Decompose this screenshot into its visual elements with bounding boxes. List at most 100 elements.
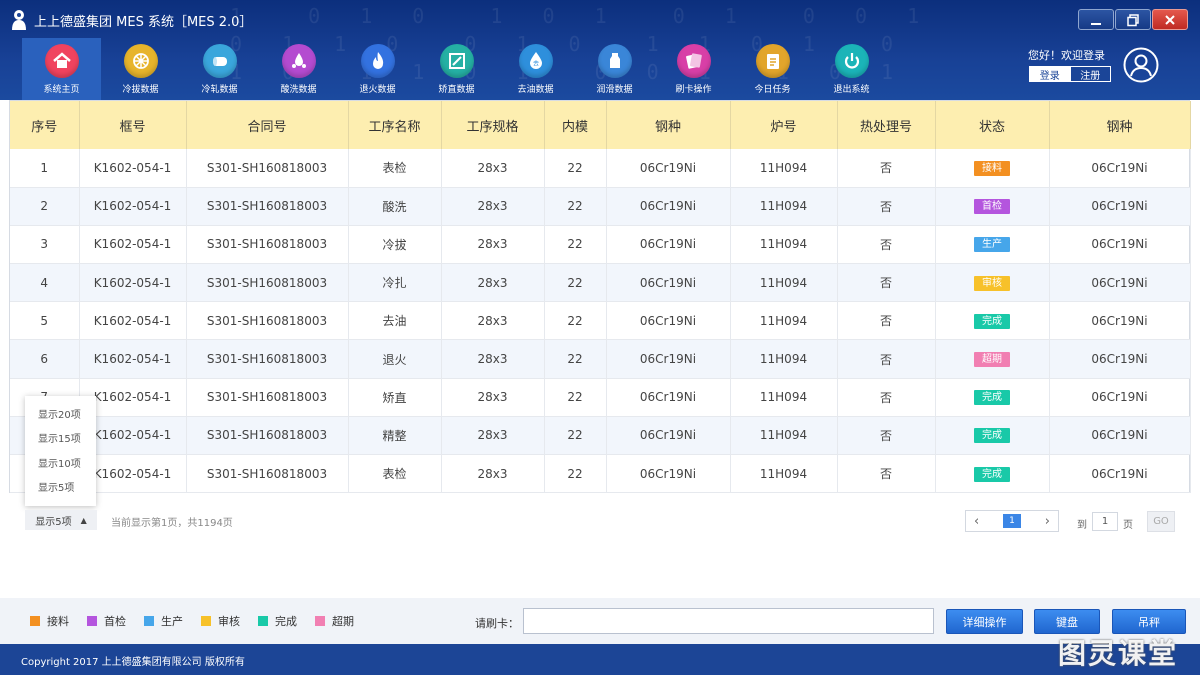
restore-button[interactable]: [1115, 9, 1151, 30]
nav-item-power[interactable]: 退出系统: [812, 38, 891, 100]
table-row[interactable]: 5 K1602-054-1 S301-SH160818003 去油 28x3 22 06Cr…: [10, 301, 1191, 341]
pagination: ‹ 1 ›: [965, 510, 1059, 532]
legend-label: 接料: [47, 615, 69, 628]
cell-spec: 28x3: [441, 263, 545, 303]
table-row[interactable]: 7K1602-054-1S301-SH160818003矫直28x32206Cr…: [10, 378, 1191, 417]
process-table: 序号 框号 合同号 工序名称 工序规格 内模 钢种 炉号 热处理号 状态 钢种 1 K1602-054…: [10, 101, 1191, 494]
page-size-option[interactable]: 显示5项: [25, 477, 96, 501]
cell-steel2: 06Cr19Ni: [1049, 263, 1191, 303]
column-header: 合同号: [186, 101, 349, 149]
status-badge: 生产: [974, 237, 1010, 253]
cell-process: 精整: [348, 416, 442, 456]
table-row[interactable]: 8K1602-054-1S301-SH160818003精整28x32206Cr…: [10, 416, 1191, 456]
cell-contract: S301-SH160818003: [186, 225, 349, 265]
nav-item-cards[interactable]: 刷卡操作: [654, 38, 733, 100]
table-row[interactable]: 6 K1602-054-1 S301-SH160818003 退火 28x3 22 06Cr…: [10, 339, 1191, 379]
cell-steel: 06Cr19Ni: [606, 301, 731, 341]
cell-process: 表检: [348, 149, 442, 188]
nav-item-oil-drop[interactable]: 去去油数据: [496, 38, 575, 100]
nav-item-droplets[interactable]: 酸洗数据: [259, 38, 338, 100]
cell-steel2: 06Cr19Ni: [1049, 149, 1191, 188]
cell-no: 5: [10, 301, 80, 341]
restore-icon: [1127, 13, 1139, 26]
table-row[interactable]: 4 K1602-054-1 S301-SH160818003 冷扎 28x3 22 06Cr…: [10, 263, 1191, 303]
page-size-option[interactable]: 显示10项: [25, 453, 96, 477]
nav-item-clipboard[interactable]: 今日任务: [733, 38, 812, 100]
cell-no: 3: [10, 225, 80, 265]
status-badge: 首检: [974, 199, 1010, 215]
page-size-option[interactable]: 显示20项: [25, 404, 96, 428]
cell-treat: 否: [837, 454, 936, 494]
table-row[interactable]: 1 K1602-054-1 S301-SH160818003 表检 28x3 22 06Cr…: [10, 149, 1191, 188]
close-button[interactable]: [1152, 9, 1188, 30]
cell-steel: 06Cr19Ni: [606, 339, 731, 379]
status-cell: 完成: [935, 454, 1050, 494]
cell-heat: 11H094: [730, 339, 838, 379]
column-header: 状态: [935, 101, 1050, 149]
minimize-button[interactable]: [1078, 9, 1114, 30]
nav-item-bottle[interactable]: 润滑数据: [575, 38, 654, 100]
nav-item-roller[interactable]: 冷轧数据: [180, 38, 259, 100]
cards-icon: [676, 44, 711, 78]
legend-item: 首检: [87, 613, 126, 629]
go-button[interactable]: GO: [1147, 511, 1175, 532]
nav-item-label: 冷拔数据: [122, 85, 159, 95]
snowflake-icon: [123, 44, 158, 78]
page-size-option[interactable]: 显示15项: [25, 428, 96, 452]
table-row[interactable]: 3 K1602-054-1 S301-SH160818003 冷拔 28x3 22 06Cr…: [10, 225, 1191, 265]
status-cell: 生产: [935, 225, 1050, 265]
cell-heat: 11H094: [730, 225, 838, 265]
nav-item-label: 润滑数据: [596, 85, 633, 95]
nav-item-edit[interactable]: 矫直数据: [417, 38, 496, 100]
cell-contract: S301-SH160818003: [186, 378, 349, 417]
register-button[interactable]: 注册: [1069, 67, 1110, 82]
nav-item-flame[interactable]: 退火数据: [338, 38, 417, 100]
card-swipe-input[interactable]: [523, 608, 934, 634]
goto-page-input[interactable]: 1: [1092, 512, 1118, 531]
cell-heat: 11H094: [730, 416, 838, 456]
page-size-select[interactable]: 显示5项 ▲: [25, 510, 97, 530]
cell-spec: 28x3: [441, 149, 545, 188]
table-body: 1 K1602-054-1 S301-SH160818003 表检 28x3 22 06Cr…: [10, 149, 1191, 494]
cell-mold: 22: [544, 225, 607, 265]
cell-steel2: 06Cr19Ni: [1049, 225, 1191, 265]
current-page-number[interactable]: 1: [1003, 514, 1021, 528]
table-row[interactable]: 2 K1602-054-1 S301-SH160818003 酸洗 28x3 22 06Cr…: [10, 187, 1191, 226]
prev-page-icon[interactable]: ‹: [974, 514, 979, 529]
nav-item-home[interactable]: 系统主页: [22, 38, 101, 100]
cell-process: 矫直: [348, 378, 442, 417]
bottom-toolbar: 接料 首检 生产 审核 完成 超期 请刷卡： 详细操作 键盘 吊秤: [0, 598, 1200, 644]
cell-steel: 06Cr19Ni: [606, 378, 731, 417]
status-legend: 接料 首检 生产 审核 完成 超期: [30, 613, 372, 629]
app-title: 上上德盛集团 MES 系统［MES 2.0］: [34, 15, 253, 30]
cell-frame: K1602-054-1: [79, 339, 187, 379]
cell-spec: 28x3: [441, 301, 545, 341]
cell-no: 6: [10, 339, 80, 379]
keyboard-button[interactable]: 键盘: [1034, 609, 1100, 634]
cell-no: 1: [10, 149, 80, 188]
cell-spec: 28x3: [441, 454, 545, 494]
cell-mold: 22: [544, 454, 607, 494]
legend-item: 接料: [30, 613, 69, 629]
cell-contract: S301-SH160818003: [186, 454, 349, 494]
status-cell: 完成: [935, 301, 1050, 341]
user-icon[interactable]: [1123, 47, 1159, 83]
detail-operation-button[interactable]: 详细操作: [946, 609, 1023, 634]
cell-spec: 28x3: [441, 339, 545, 379]
cell-steel2: 06Cr19Ni: [1049, 454, 1191, 494]
login-button[interactable]: 登录: [1030, 67, 1070, 82]
cell-heat: 11H094: [730, 301, 838, 341]
cell-process: 表检: [348, 454, 442, 494]
cell-heat: 11H094: [730, 378, 838, 417]
cell-process: 酸洗: [348, 187, 442, 226]
next-page-icon[interactable]: ›: [1045, 514, 1050, 529]
app-logo-icon: [12, 10, 26, 30]
cell-mold: 22: [544, 301, 607, 341]
scale-button[interactable]: 吊秤: [1112, 609, 1186, 634]
cell-steel2: 06Cr19Ni: [1049, 187, 1191, 226]
column-header: 钢种: [606, 101, 731, 149]
legend-label: 超期: [332, 615, 354, 628]
cell-steel2: 06Cr19Ni: [1049, 416, 1191, 456]
nav-item-snowflake[interactable]: 冷拔数据: [101, 38, 180, 100]
table-row[interactable]: 9K1602-054-1S301-SH160818003表检28x32206Cr…: [10, 454, 1191, 494]
